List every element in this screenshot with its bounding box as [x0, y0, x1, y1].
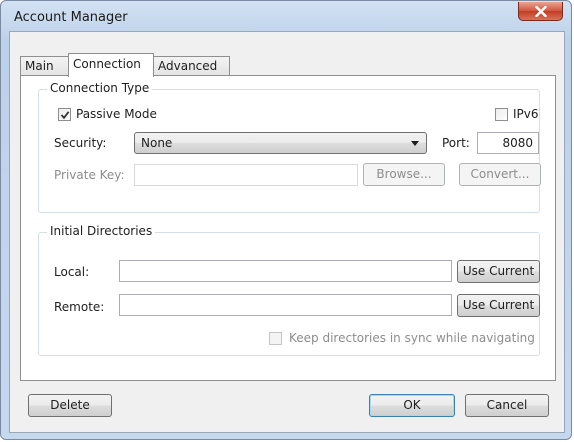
port-label: Port:: [442, 136, 470, 150]
window-title: Account Manager: [14, 10, 128, 25]
remote-directory-input[interactable]: [119, 294, 452, 316]
chevron-down-icon: [411, 141, 419, 146]
browse-button[interactable]: Browse...: [363, 163, 445, 186]
ipv6-label: IPv6: [513, 107, 539, 121]
close-icon: [534, 5, 547, 17]
tab-label: Connection: [73, 57, 141, 71]
dialog-client-area: Main Connection Advanced Connection Type…: [9, 31, 565, 433]
local-label: Local:: [54, 265, 90, 279]
passive-mode-checkbox[interactable]: [58, 108, 71, 121]
security-dropdown[interactable]: None: [134, 132, 427, 154]
delete-button[interactable]: Delete: [28, 394, 112, 417]
port-input[interactable]: 8080: [477, 132, 539, 154]
convert-button[interactable]: Convert...: [459, 163, 541, 186]
cancel-button[interactable]: Cancel: [465, 394, 549, 417]
tab-label: Main: [25, 59, 54, 73]
tab-label: Advanced: [158, 59, 218, 73]
account-manager-window: Account Manager Main Connection Advanced…: [0, 0, 572, 440]
connection-tab-panel: Connection Type Passive Mode IPv6 Securi…: [20, 75, 556, 381]
title-bar[interactable]: Account Manager: [1, 1, 571, 31]
use-current-local-button[interactable]: Use Current: [457, 260, 540, 283]
security-value: None: [141, 136, 173, 150]
checkmark-icon: [60, 111, 70, 120]
local-directory-input[interactable]: [119, 260, 452, 282]
security-label: Security:: [54, 136, 107, 150]
group-title: Connection Type: [47, 81, 153, 95]
tab-connection[interactable]: Connection: [68, 53, 154, 77]
tab-main[interactable]: Main: [20, 56, 69, 76]
keep-in-sync-checkbox[interactable]: [269, 332, 282, 345]
remote-label: Remote:: [54, 300, 105, 314]
ipv6-checkbox[interactable]: [495, 108, 508, 121]
use-current-remote-button[interactable]: Use Current: [457, 294, 540, 317]
private-key-label: Private Key:: [54, 168, 125, 182]
private-key-input[interactable]: [134, 164, 358, 186]
passive-mode-label: Passive Mode: [76, 107, 157, 121]
close-button[interactable]: [518, 2, 563, 21]
tab-advanced[interactable]: Advanced: [153, 56, 230, 76]
ok-button[interactable]: OK: [369, 394, 455, 417]
keep-in-sync-label: Keep directories in sync while navigatin…: [289, 331, 535, 345]
group-title: Initial Directories: [47, 224, 156, 238]
